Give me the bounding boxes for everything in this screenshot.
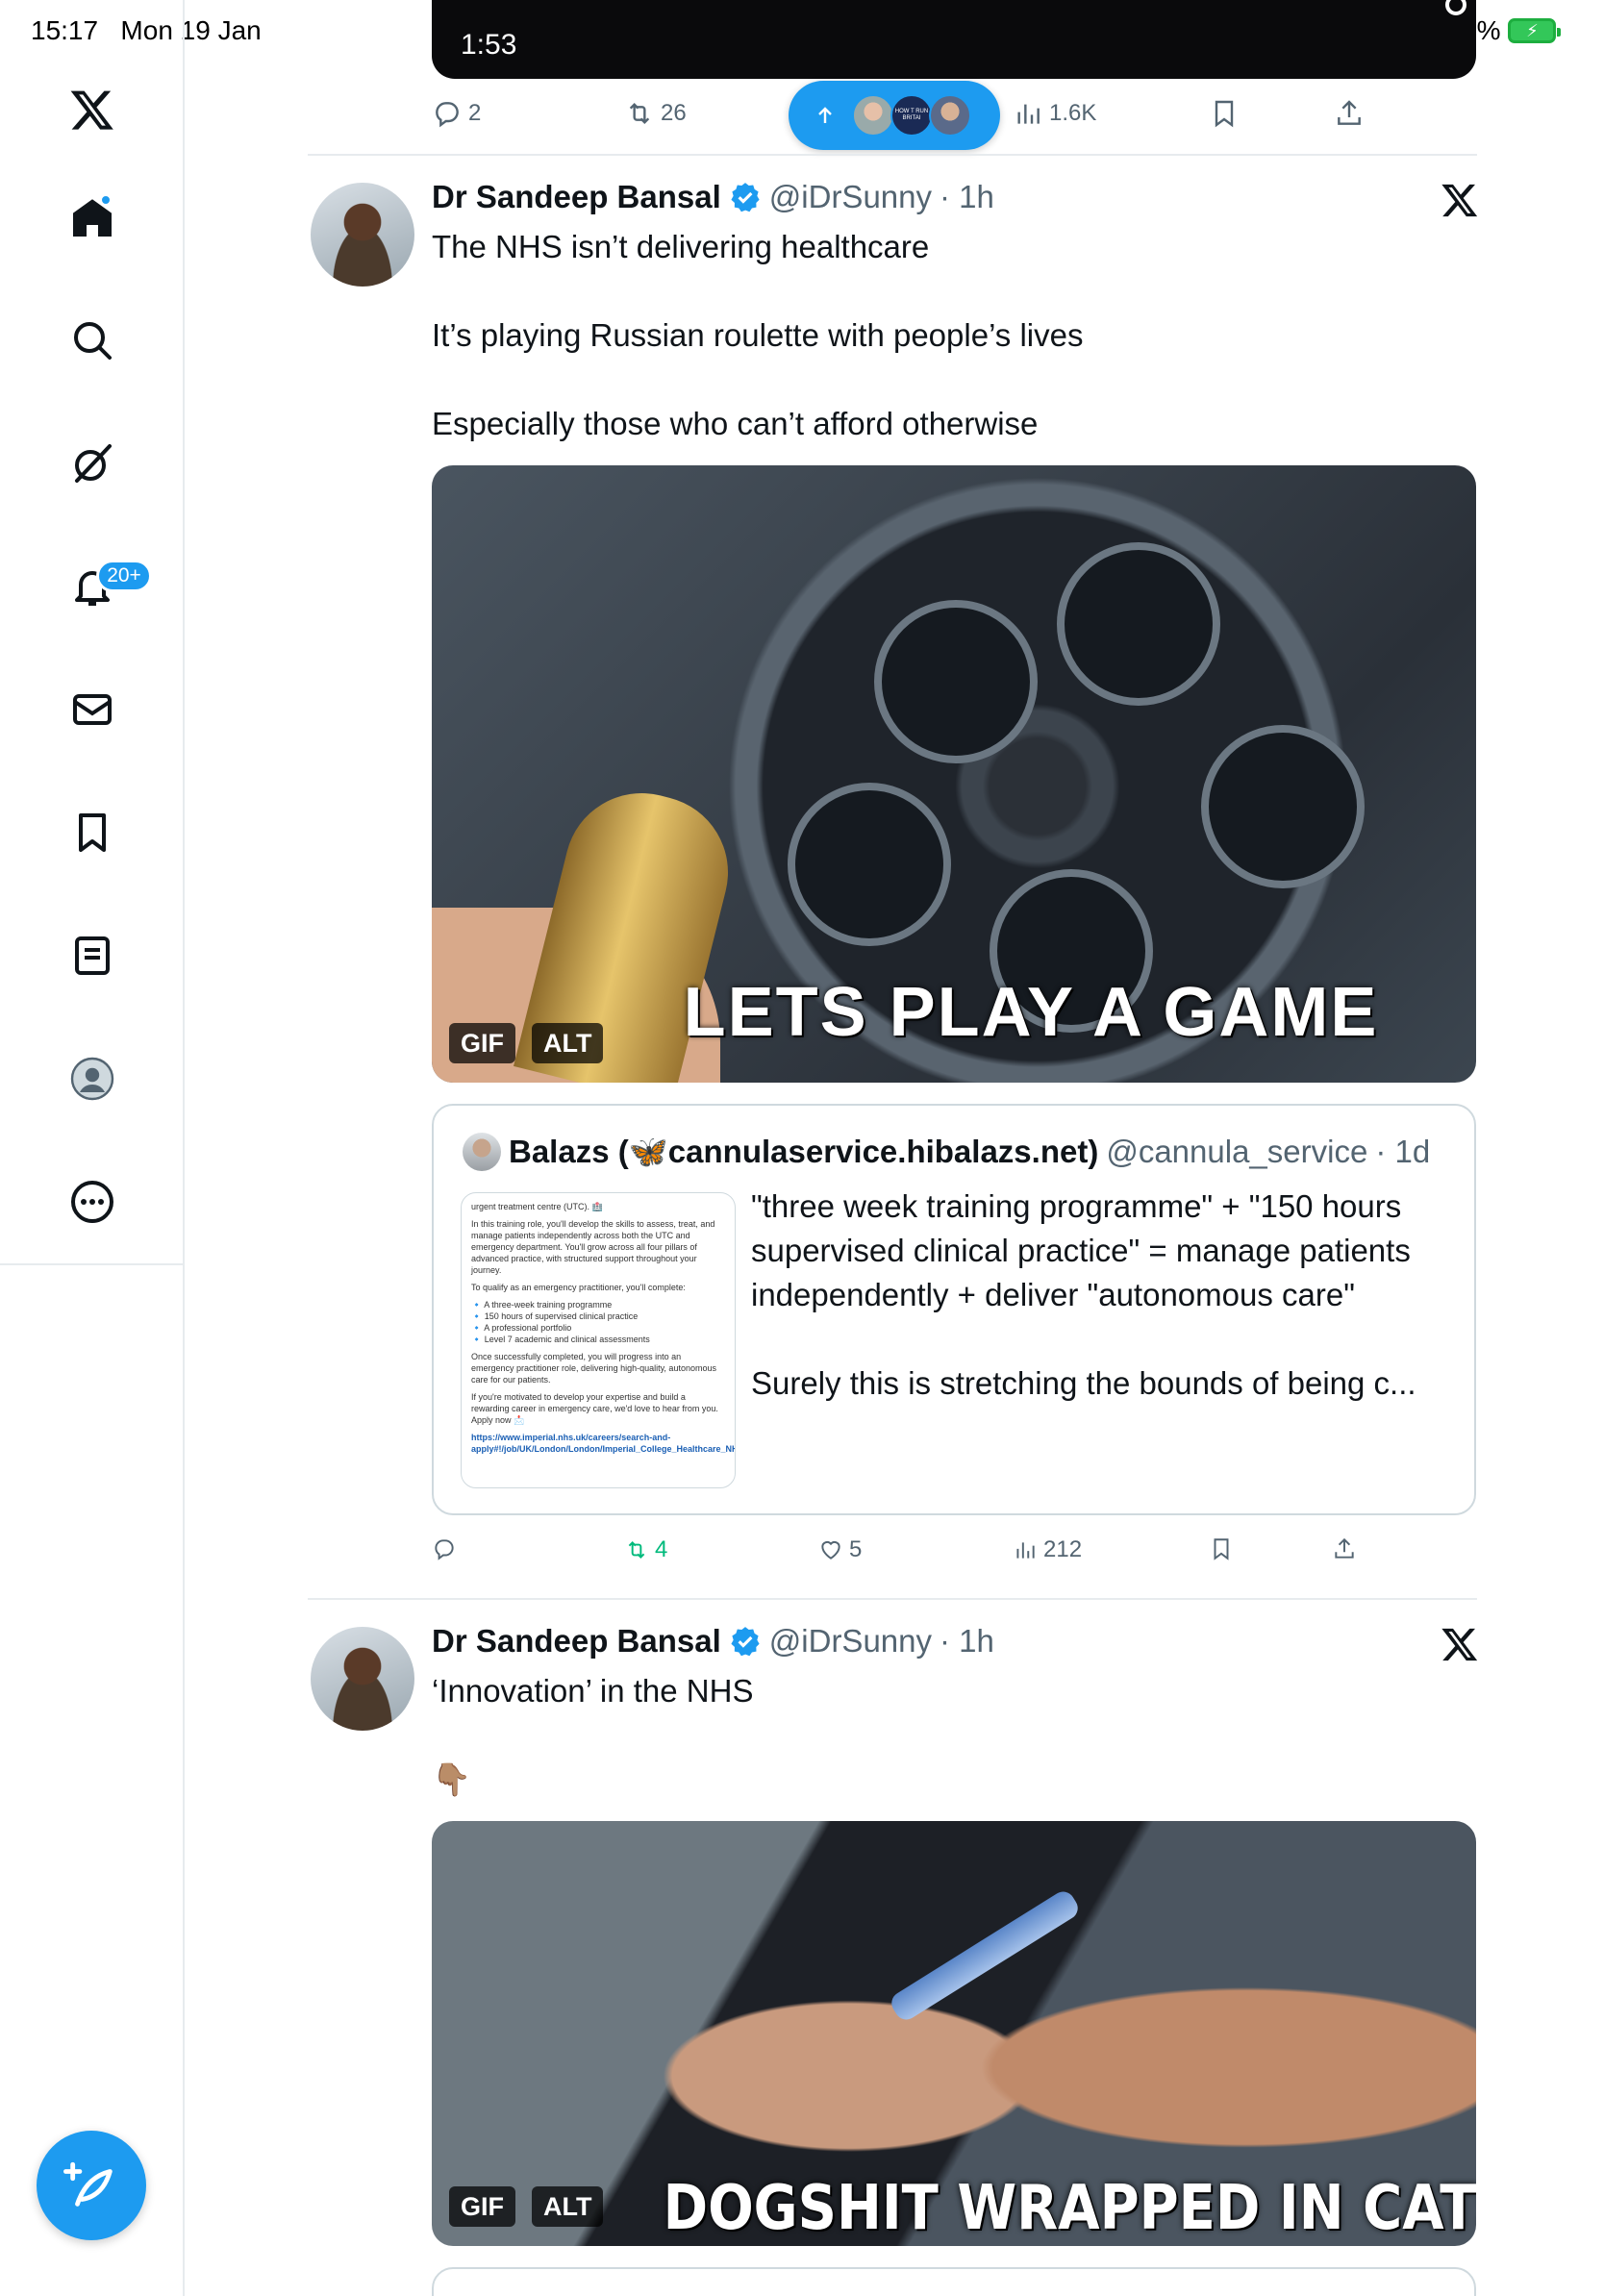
pill-avatar (929, 94, 971, 137)
verified-badge-icon (731, 1627, 760, 1657)
tweet-text: The NHS isn’t delivering healthcare It’s… (432, 229, 1084, 441)
repost-icon (628, 1541, 645, 1559)
grok-icon[interactable] (54, 425, 131, 502)
messages-icon[interactable] (54, 671, 131, 748)
author-name[interactable]: Dr Sandeep Bansal (432, 179, 721, 215)
home-icon[interactable] (54, 179, 131, 256)
battery-icon: ⚡ (1508, 18, 1562, 43)
views-icon (1016, 1542, 1035, 1559)
gif-badge: GIF (449, 2186, 515, 2227)
x-logo-icon[interactable] (54, 71, 131, 148)
gif-detail (1201, 725, 1365, 888)
notifications-icon[interactable]: 20+ (54, 548, 152, 625)
quote-text: "three week training programme" + "150 h… (751, 1188, 1416, 1401)
arrow-up-icon (818, 107, 832, 123)
views-button[interactable]: 1.6K (1013, 98, 1096, 129)
bookmark-button[interactable] (1209, 98, 1240, 129)
search-icon[interactable] (54, 302, 131, 379)
like-button[interactable]: 5 (818, 1536, 862, 1563)
reply-icon (435, 1539, 454, 1560)
avatar[interactable] (311, 183, 414, 287)
compose-post-button[interactable] (37, 2131, 146, 2240)
gif-detail (788, 783, 951, 946)
author-handle[interactable]: @iDrSunny (769, 179, 932, 215)
alt-text-button[interactable]: ALT (532, 1023, 604, 1063)
bookmark-icon (1214, 1538, 1229, 1560)
quote-time: · 1d (1375, 1134, 1431, 1169)
quote-header: Balazs (🦋cannulaservice.hibalazs.net) @c… (463, 1133, 1430, 1171)
x-logo-icon[interactable] (1441, 1625, 1479, 1663)
tweet-header: Dr Sandeep Bansal @iDrSunny · 1h (432, 179, 994, 215)
quoted-tweet[interactable]: Balazs (🦋cannulaservice.hibalazs.net) @c… (432, 1104, 1476, 1515)
gif-caption: DOGSHIT WRAPPED IN CATSHIT. (663, 2172, 1476, 2244)
tweet-gif[interactable]: LETS PLAY A GAME GIF ALT (432, 465, 1476, 1083)
divider (308, 154, 1477, 156)
heart-icon (821, 1540, 840, 1560)
quote-avatar (463, 1133, 501, 1171)
repost-button[interactable]: 26 (624, 98, 687, 129)
sidebar-divider (0, 1263, 185, 1265)
home-unread-dot (100, 194, 112, 206)
x-logo-icon[interactable] (1441, 181, 1479, 219)
views-button[interactable]: 212 (1013, 1536, 1082, 1563)
video-control-icon[interactable] (1445, 0, 1466, 15)
gif-detail (887, 1886, 1083, 2025)
tweet-time: · 1h (940, 179, 994, 214)
tweet-time: · 1h (940, 1623, 994, 1659)
views-icon (1017, 104, 1040, 124)
tweet-header: Dr Sandeep Bansal @iDrSunny · 1h (432, 1623, 994, 1660)
video-player[interactable]: 1:53 (432, 0, 1476, 79)
quote-image[interactable]: urgent treatment centre (UTC). 🏥 In this… (461, 1192, 736, 1488)
pointing-down-emoji: 👇🏽 (432, 1761, 472, 1797)
share-button[interactable] (1332, 1536, 1357, 1561)
reply-icon (436, 102, 459, 128)
next-quoted-card[interactable] (432, 2267, 1476, 2296)
video-time: 1:53 (461, 29, 517, 61)
divider (308, 1598, 1477, 1600)
author-handle[interactable]: @iDrSunny (769, 1623, 932, 1660)
tweet-text: ‘Innovation’ in the NHS 👇🏽 (432, 1669, 1470, 1802)
sidebar: 20+ (0, 0, 185, 2296)
gif-caption: LETS PLAY A GAME (683, 974, 1379, 1051)
alt-text-button[interactable]: ALT (532, 2186, 604, 2227)
gif-detail (1057, 542, 1220, 706)
gif-badge: GIF (449, 1023, 515, 1063)
avatar[interactable] (311, 1627, 414, 1731)
tweet-gif[interactable]: DOGSHIT WRAPPED IN CATSHIT. GIF ALT (432, 1821, 1476, 2246)
pill-avatar (852, 94, 894, 137)
bookmark-icon (1215, 100, 1234, 128)
repost-button[interactable]: 4 (624, 1536, 667, 1563)
reply-button[interactable] (432, 1536, 457, 1561)
share-button[interactable] (1334, 98, 1365, 129)
profile-icon[interactable] (54, 1040, 131, 1117)
quote-author-name: Balazs (🦋cannulaservice.hibalazs.net) (509, 1133, 1099, 1169)
share-icon (1335, 1537, 1354, 1559)
tweet-actions: 4 5 212 (432, 1536, 1476, 1585)
bookmark-button[interactable] (1209, 1536, 1234, 1561)
bookmarks-icon[interactable] (54, 794, 131, 871)
repost-icon (629, 102, 650, 125)
verified-badge-icon (731, 183, 760, 212)
reply-button[interactable]: 2 (432, 98, 481, 129)
new-posts-pill[interactable]: HOW T RUN BRITAI (789, 81, 1000, 150)
pill-avatar: HOW T RUN BRITAI (890, 94, 933, 137)
more-icon[interactable] (54, 1163, 131, 1240)
notifications-badge: 20+ (96, 560, 152, 592)
lists-icon[interactable] (54, 917, 131, 994)
gif-detail (874, 600, 1038, 763)
quote-author-handle: @cannula_service (1106, 1134, 1368, 1169)
share-icon (1338, 100, 1361, 125)
author-name[interactable]: Dr Sandeep Bansal (432, 1623, 721, 1660)
